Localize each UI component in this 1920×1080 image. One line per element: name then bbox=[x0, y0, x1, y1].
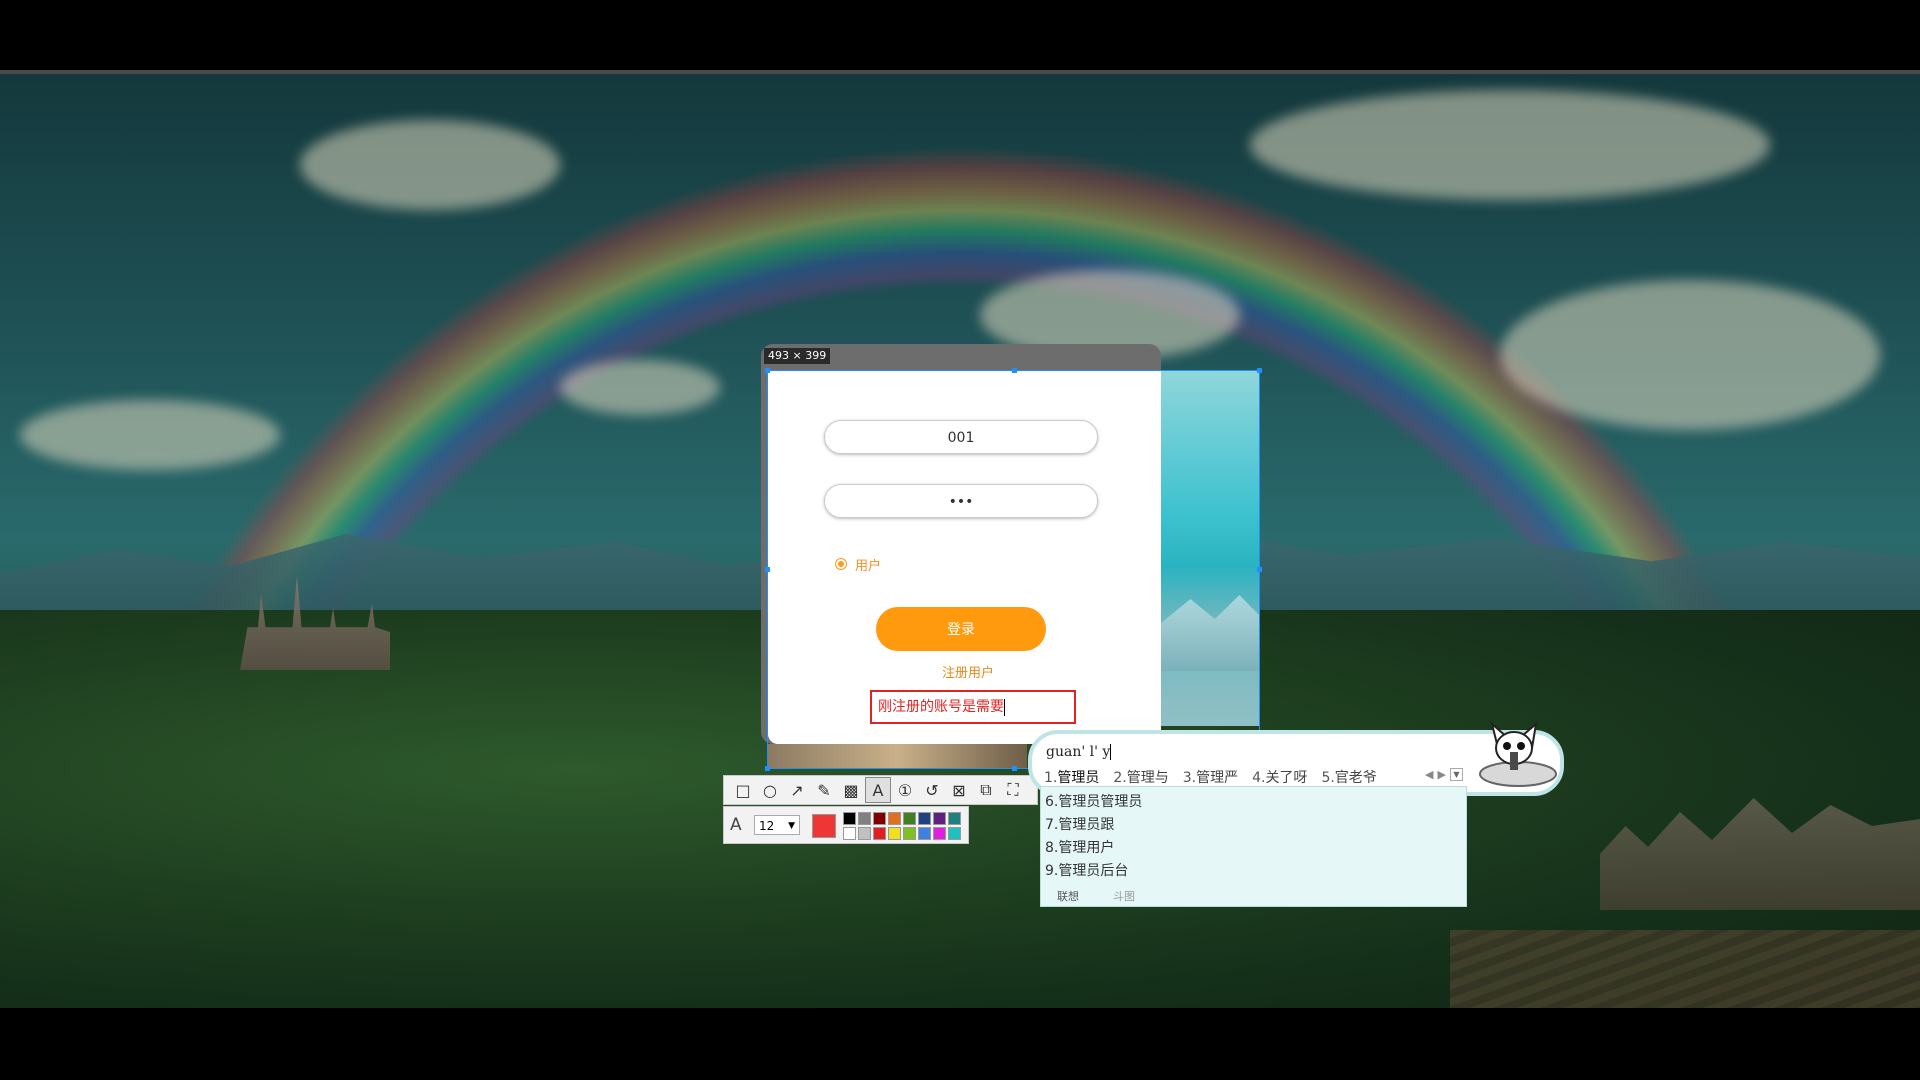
ime-candidate-row: 1.管理员 2.管理与 3.管理严 4.关了呀 5.官老爷 bbox=[1044, 767, 1377, 787]
ime-candidate-8[interactable]: 8.管理用户 bbox=[1045, 837, 1114, 857]
ime-expand-icon[interactable]: ▼ bbox=[1449, 768, 1463, 781]
prev-page-icon[interactable]: ◀ bbox=[1425, 768, 1433, 781]
resize-handle[interactable] bbox=[1012, 766, 1017, 771]
font-icon: A bbox=[730, 815, 742, 835]
color-swatch[interactable] bbox=[873, 827, 886, 840]
color-palette bbox=[843, 812, 961, 840]
color-swatch[interactable] bbox=[843, 812, 856, 825]
ime-candidate-7[interactable]: 7.管理员跟 bbox=[1045, 814, 1114, 834]
color-swatch[interactable] bbox=[873, 812, 886, 825]
sequence-number-icon[interactable]: ① bbox=[892, 777, 918, 803]
ime-suggest-tab[interactable]: 联想 bbox=[1057, 888, 1079, 904]
ime-expanded-list: 6.管理员管理员 7.管理员跟 8.管理用户 9.管理员后台 联想 斗图 bbox=[1040, 786, 1467, 907]
cloud bbox=[1500, 280, 1880, 430]
chevron-down-icon: ▼ bbox=[788, 821, 795, 831]
ocr-icon[interactable]: ⛶ bbox=[1000, 777, 1026, 803]
ime-candidate-1[interactable]: 1.管理员 bbox=[1044, 767, 1099, 787]
color-swatch[interactable] bbox=[888, 812, 901, 825]
font-size-value: 12 bbox=[759, 819, 775, 833]
resize-handle[interactable] bbox=[1257, 368, 1262, 373]
letterbox-top bbox=[0, 0, 1920, 70]
ellipse-icon[interactable]: ○ bbox=[757, 777, 783, 803]
pin-icon[interactable]: ⊠ bbox=[946, 777, 972, 803]
color-swatch[interactable] bbox=[918, 812, 931, 825]
cloud bbox=[300, 120, 560, 210]
color-swatch[interactable] bbox=[918, 827, 931, 840]
pencil-icon[interactable]: ✎ bbox=[811, 777, 837, 803]
color-swatch[interactable] bbox=[948, 827, 961, 840]
color-swatch[interactable] bbox=[903, 827, 916, 840]
resize-handle[interactable] bbox=[1257, 567, 1262, 572]
color-swatch[interactable] bbox=[948, 812, 961, 825]
color-swatch[interactable] bbox=[843, 827, 856, 840]
ime-meme-tab[interactable]: 斗图 bbox=[1113, 888, 1135, 904]
ime-footer: 联想 斗图 bbox=[1057, 888, 1135, 904]
ime-candidate-9[interactable]: 9.管理员后台 bbox=[1045, 860, 1128, 880]
capture-selection-rect[interactable] bbox=[765, 368, 1262, 771]
fields bbox=[1450, 930, 1920, 1008]
ime-candidate-5[interactable]: 5.官老爷 bbox=[1321, 767, 1376, 787]
text-style-bar: A 12 ▼ bbox=[723, 806, 969, 844]
resize-handle[interactable] bbox=[765, 766, 770, 771]
color-swatch[interactable] bbox=[858, 827, 871, 840]
next-page-icon[interactable]: ▶ bbox=[1437, 768, 1445, 781]
ime-caret bbox=[1110, 744, 1112, 760]
cloud bbox=[560, 360, 720, 415]
letterbox-bottom bbox=[0, 1008, 1920, 1080]
color-swatch[interactable] bbox=[933, 827, 946, 840]
color-swatch[interactable] bbox=[888, 827, 901, 840]
undo-icon[interactable]: ↺ bbox=[919, 777, 945, 803]
ime-page-nav: ◀ ▶ ▼ bbox=[1425, 768, 1463, 781]
ime-candidate-6[interactable]: 6.管理员管理员 bbox=[1045, 791, 1142, 811]
capture-toolbar: □ ○ ↗ ✎ ▩ A ① ↺ ⊠ ⧉ ⛶ bbox=[723, 775, 1038, 805]
ime-pinyin-text: guan' l' y bbox=[1046, 744, 1111, 760]
cloud bbox=[20, 400, 280, 470]
color-swatch[interactable] bbox=[903, 812, 916, 825]
ime-pinyin: guan' l' y bbox=[1046, 744, 1112, 760]
color-swatch[interactable] bbox=[858, 812, 871, 825]
resize-handle[interactable] bbox=[765, 567, 770, 572]
translate-icon[interactable]: ⧉ bbox=[973, 777, 999, 803]
ime-mascot-icon bbox=[1479, 721, 1557, 787]
ime-candidate-4[interactable]: 4.关了呀 bbox=[1252, 767, 1307, 787]
cloud bbox=[1250, 90, 1770, 200]
font-size-select[interactable]: 12 ▼ bbox=[754, 815, 800, 835]
ime-candidate-2[interactable]: 2.管理与 bbox=[1113, 767, 1168, 787]
ime-candidate-3[interactable]: 3.管理严 bbox=[1183, 767, 1238, 787]
text-icon[interactable]: A bbox=[865, 777, 891, 803]
color-swatch[interactable] bbox=[933, 812, 946, 825]
resize-handle[interactable] bbox=[765, 368, 770, 373]
mosaic-icon[interactable]: ▩ bbox=[838, 777, 864, 803]
capture-size-label: 493 × 399 bbox=[764, 348, 831, 364]
rectangle-icon[interactable]: □ bbox=[730, 777, 756, 803]
resize-handle[interactable] bbox=[1012, 368, 1017, 373]
current-color-swatch[interactable] bbox=[812, 814, 836, 838]
arrow-icon[interactable]: ↗ bbox=[784, 777, 810, 803]
